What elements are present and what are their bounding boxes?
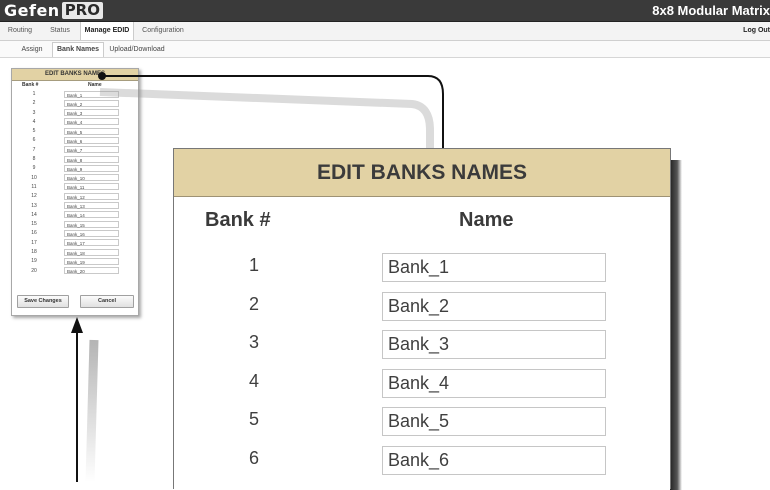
bank-name-input[interactable]: Bank_4 (382, 368, 606, 398)
bank-name-input[interactable]: Bank_2 (382, 291, 606, 321)
callout-line (102, 75, 444, 148)
bank-number: 4 (248, 370, 259, 391)
zoom-bank-row: 5 Bank_5 (174, 401, 670, 440)
zoom-bank-row: 6 Bank_6 (174, 440, 670, 479)
zoom-panel-shadow (670, 160, 682, 490)
bank-name-input[interactable]: Bank_5 (382, 407, 606, 436)
bank-number: 6 (248, 447, 259, 468)
zoom-bank-row: 2 Bank_2 (174, 286, 670, 325)
zoom-column-bank-number: Bank # (205, 209, 271, 231)
bank-name-input[interactable]: Bank_1 (382, 253, 606, 282)
arrow-shadow (85, 339, 99, 482)
bank-name-input[interactable]: Bank_6 (382, 445, 606, 475)
zoom-panel-title: EDIT BANKS NAMES (174, 149, 670, 197)
callout-shadow (99, 88, 434, 150)
zoom-bank-row: 3 Bank_3 (174, 324, 670, 363)
bank-number: 5 (248, 409, 259, 429)
bank-number: 3 (248, 332, 259, 352)
bank-number: 2 (248, 293, 259, 314)
pointer-arrow-head (71, 317, 83, 333)
zoom-column-name: Name (459, 209, 514, 231)
zoomed-bank-names-panel: EDIT BANKS NAMES Bank # Name 1 Bank_1 2 Ba… (173, 148, 671, 489)
zoom-bank-row: 1 Bank_1 (174, 247, 670, 286)
bank-number: 1 (248, 255, 259, 275)
zoom-column-headers: Bank # Name (174, 197, 670, 247)
bank-name-input[interactable]: Bank_3 (382, 330, 606, 359)
zoom-bank-row: 4 Bank_4 (174, 363, 670, 402)
